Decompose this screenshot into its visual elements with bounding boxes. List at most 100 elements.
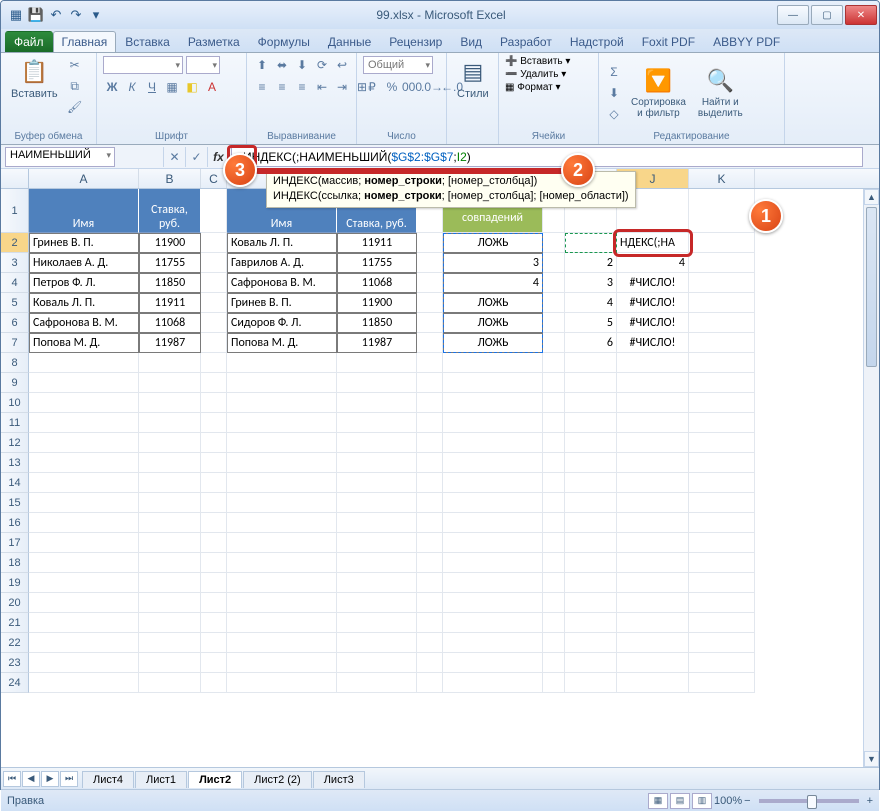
cell[interactable] (29, 533, 139, 553)
cell[interactable] (617, 493, 689, 513)
cell[interactable]: Николаев А. Д. (29, 253, 139, 273)
cell[interactable] (337, 493, 417, 513)
row-header[interactable]: 12 (1, 433, 29, 453)
cell[interactable] (201, 573, 227, 593)
cell[interactable] (617, 673, 689, 693)
cell[interactable] (417, 433, 443, 453)
cell[interactable] (443, 393, 543, 413)
cell[interactable] (543, 473, 565, 493)
cell[interactable] (443, 633, 543, 653)
row-header[interactable]: 9 (1, 373, 29, 393)
formula-input[interactable]: =ИНДЕКС(;НАИМЕНЬШИЙ($G$2:$G$7;I2) (231, 147, 863, 167)
cells-format[interactable]: ▦ Формат ▾ (505, 82, 561, 93)
cell[interactable]: Петров Ф. Л. (29, 273, 139, 293)
cell[interactable] (617, 533, 689, 553)
cell[interactable] (201, 333, 227, 353)
cell[interactable] (617, 653, 689, 673)
underline-icon[interactable]: Ч (143, 78, 161, 96)
cell[interactable]: 11911 (139, 293, 201, 313)
cell[interactable]: 4 (443, 273, 543, 293)
cell[interactable]: 11987 (139, 333, 201, 353)
bold-icon[interactable]: Ж (103, 78, 121, 96)
cell[interactable] (201, 413, 227, 433)
cell[interactable]: Коваль Л. П. (227, 233, 337, 253)
cell[interactable] (201, 393, 227, 413)
cell[interactable] (543, 533, 565, 553)
cell[interactable]: 11068 (337, 273, 417, 293)
row-header[interactable]: 6 (1, 313, 29, 333)
cell[interactable] (227, 533, 337, 553)
cell[interactable] (227, 653, 337, 673)
cell[interactable] (337, 353, 417, 373)
sheet-nav-first-icon[interactable]: ⏮ (3, 771, 21, 787)
cell[interactable]: 11068 (139, 313, 201, 333)
comma-icon[interactable]: 000 (403, 78, 421, 96)
sheet-tab[interactable]: Лист2 (188, 771, 242, 788)
cell[interactable] (29, 393, 139, 413)
cell[interactable] (337, 453, 417, 473)
cell[interactable] (689, 273, 755, 293)
cell[interactable] (227, 393, 337, 413)
cell[interactable]: 3 (443, 253, 543, 273)
tab-review[interactable]: Рецензир (380, 31, 451, 52)
cell[interactable] (201, 673, 227, 693)
cell[interactable] (201, 553, 227, 573)
cell[interactable] (139, 533, 201, 553)
row-header[interactable]: 20 (1, 593, 29, 613)
cell[interactable] (417, 573, 443, 593)
cell[interactable] (417, 393, 443, 413)
enter-formula-icon[interactable]: ✓ (185, 147, 207, 167)
cell[interactable] (201, 433, 227, 453)
cell[interactable] (201, 273, 227, 293)
cell[interactable] (565, 233, 617, 253)
scroll-up-icon[interactable]: ▲ (864, 189, 879, 205)
wrap-text-icon[interactable]: ↩ (333, 56, 351, 74)
fill-color-icon[interactable]: ◧ (183, 78, 201, 96)
row-header[interactable]: 5 (1, 293, 29, 313)
cell[interactable] (201, 493, 227, 513)
cell[interactable] (543, 613, 565, 633)
cell[interactable] (139, 673, 201, 693)
cell[interactable] (29, 413, 139, 433)
cell[interactable]: 11911 (337, 233, 417, 253)
cell[interactable] (617, 593, 689, 613)
cell[interactable] (543, 593, 565, 613)
cell[interactable] (617, 453, 689, 473)
close-button[interactable]: ✕ (845, 5, 877, 25)
clear-icon[interactable]: ◇ (605, 105, 623, 123)
cell[interactable] (543, 573, 565, 593)
qat-more-icon[interactable]: ▾ (87, 6, 105, 24)
view-layout-icon[interactable]: ▤ (670, 793, 690, 809)
cell[interactable] (543, 233, 565, 253)
cell[interactable] (417, 473, 443, 493)
cell[interactable] (617, 413, 689, 433)
sheet-nav-prev-icon[interactable]: ◀ (22, 771, 40, 787)
sort-filter-button[interactable]: 🔽 Сортировка и фильтр (627, 65, 690, 121)
cell[interactable]: 2 (565, 253, 617, 273)
cell[interactable] (139, 393, 201, 413)
cell[interactable] (443, 533, 543, 553)
cell[interactable] (689, 633, 755, 653)
cell[interactable] (417, 273, 443, 293)
cell[interactable] (29, 573, 139, 593)
find-button[interactable]: 🔍 Найти и выделить (694, 65, 747, 121)
tab-foxit[interactable]: Foxit PDF (633, 31, 704, 52)
cell[interactable] (443, 573, 543, 593)
cell[interactable]: НДЕКС(;НА (617, 233, 689, 253)
cell[interactable]: ЛОЖЬ (443, 233, 543, 253)
cell[interactable] (337, 373, 417, 393)
italic-icon[interactable]: К (123, 78, 141, 96)
cell[interactable] (201, 293, 227, 313)
cell[interactable] (443, 553, 543, 573)
save-icon[interactable]: 💾 (27, 6, 45, 24)
cell[interactable] (337, 593, 417, 613)
cell[interactable] (201, 189, 227, 233)
cell[interactable] (565, 593, 617, 613)
cell[interactable] (565, 533, 617, 553)
currency-icon[interactable]: ₽ (363, 78, 381, 96)
cell[interactable]: 4 (565, 293, 617, 313)
orientation-icon[interactable]: ⟳ (313, 56, 331, 74)
cell[interactable] (139, 373, 201, 393)
cell[interactable] (565, 473, 617, 493)
cell[interactable]: Попова М. Д. (29, 333, 139, 353)
